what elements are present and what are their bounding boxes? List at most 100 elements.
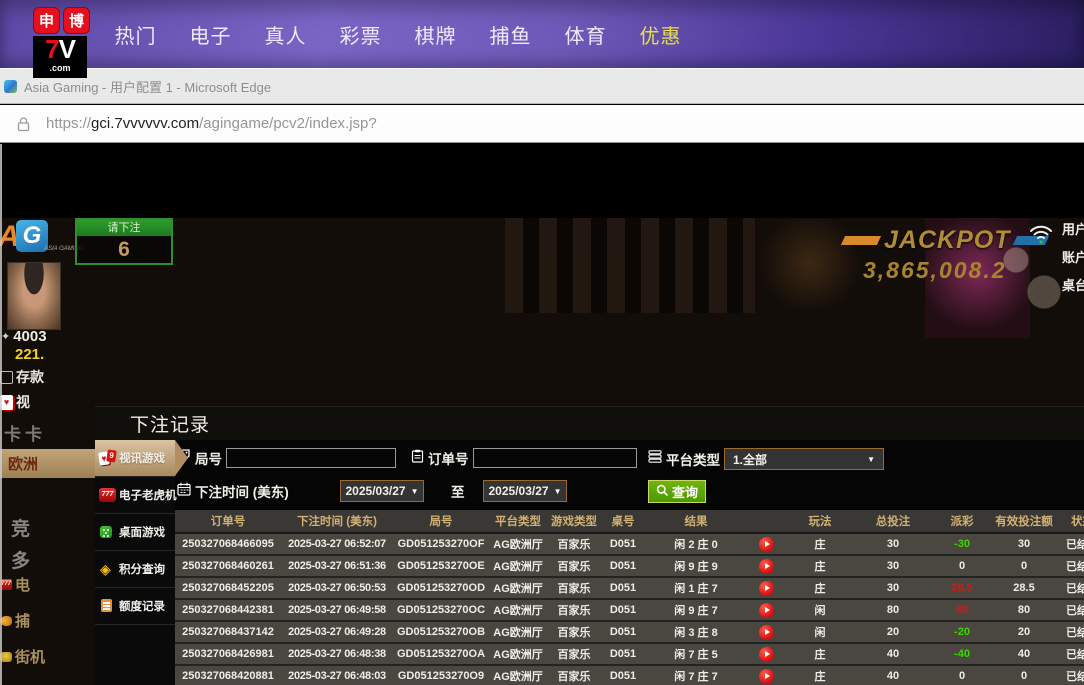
jackpot-value: 3,865,008.2 (863, 257, 1047, 284)
cell-result: 闲 9 庄 7 (645, 599, 747, 621)
cell-time: 2025-03-27 06:48:38 (281, 643, 393, 665)
logo-badge-right: 博 (63, 7, 90, 34)
search-button[interactable]: 查询 (648, 480, 706, 503)
cell-status: 已结算 (1055, 577, 1084, 599)
star-icon: ✦ (1, 330, 10, 343)
table-row: 250327068437142 2025-03-27 06:49:28 GD05… (175, 621, 1084, 643)
replay-play-icon[interactable] (759, 625, 774, 640)
url-field[interactable]: https://gci.7vvvvvv.com/agingame/pcv2/in… (46, 115, 377, 132)
cell-valid: 28.5 (993, 577, 1055, 599)
sidebar-item[interactable]: 电子老虎机 (95, 477, 175, 514)
cell-order: 250327068426981 (175, 643, 281, 665)
cell-bet: 30 (855, 555, 931, 577)
cell-platform: AG欧洲厅 (489, 621, 547, 643)
cell-round: GD051253270OD (393, 577, 489, 599)
cell-status: 已结算 (1055, 643, 1084, 665)
cell-time: 2025-03-27 06:51:36 (281, 555, 393, 577)
order-label: 订单号 (428, 448, 469, 468)
balance-value: ✦4003 (1, 328, 47, 345)
cell-payout: 0 (931, 665, 993, 685)
cell-round: GD051253270OB (393, 621, 489, 643)
replay-play-icon[interactable] (759, 647, 774, 662)
date-to-select[interactable]: 2025/03/27▼ (483, 480, 567, 502)
lobby-kaka-label: 卡卡 (4, 420, 46, 445)
menu-table[interactable]: 桌台 (1062, 275, 1084, 294)
edge-window-icon (4, 80, 17, 93)
nav-item[interactable]: 体育 (548, 20, 623, 49)
cell-bet: 30 (855, 533, 931, 555)
avatar (7, 262, 61, 330)
address-bar[interactable]: https://gci.7vvvvvv.com/agingame/pcv2/in… (0, 105, 1084, 143)
cell-game: 百家乐 (547, 533, 601, 555)
cell-payout: -20 (931, 621, 993, 643)
nav-item[interactable]: 优惠 (623, 20, 698, 49)
cell-order: 250327068466095 (175, 533, 281, 555)
col-table: 桌号 (601, 510, 645, 533)
screen: 申 博 7V .com 热门电子真人彩票棋牌捕鱼体育优惠 Asia Gaming… (0, 0, 1084, 685)
cell-result: 闲 7 庄 7 (645, 665, 747, 685)
sidebar-item[interactable]: 视讯游戏 (95, 440, 175, 477)
site-navbar: 申 博 7V .com 热门电子真人彩票棋牌捕鱼体育优惠 (0, 0, 1084, 68)
jackpot-bar-orange (841, 236, 881, 245)
cell-valid: 0 (993, 665, 1055, 685)
sidebar-item[interactable]: 额度记录 (95, 588, 175, 625)
sidebar-item[interactable]: 桌面游戏 (95, 514, 175, 551)
cell-result: 闲 2 庄 0 (645, 533, 747, 555)
round-input[interactable] (226, 448, 396, 468)
nav-item[interactable]: 棋牌 (398, 20, 473, 49)
sidebar-item-label: 视讯游戏 (119, 450, 165, 466)
cell-payout: -30 (931, 533, 993, 555)
cell-valid: 30 (993, 533, 1055, 555)
cell-table: D051 (601, 577, 645, 599)
cell-game: 百家乐 (547, 555, 601, 577)
nav-items: 热门电子真人彩票棋牌捕鱼体育优惠 (98, 0, 698, 68)
chevron-down-icon: ▼ (554, 487, 562, 496)
countdown-number: 6 (77, 236, 171, 263)
replay-play-icon[interactable] (759, 669, 774, 684)
site-logo[interactable]: 申 博 7V .com (33, 7, 90, 78)
cell-result: 闲 9 庄 9 (645, 555, 747, 577)
cell-bet: 30 (855, 577, 931, 599)
slot-machines-blur (505, 218, 755, 313)
platform-select[interactable]: 1.全部 ▼ (724, 448, 884, 470)
cell-platform: AG欧洲厅 (489, 533, 547, 555)
menu-account[interactable]: 账户 (1062, 247, 1084, 266)
cell-order: 250327068452205 (175, 577, 281, 599)
replay-play-icon[interactable] (759, 581, 774, 596)
cell-method: 庄 (785, 577, 855, 599)
replay-play-icon[interactable] (759, 603, 774, 618)
order-input[interactable] (473, 448, 637, 468)
sidebar-item-label: 电子老虎机 (119, 487, 177, 503)
nav-item[interactable]: 彩票 (323, 20, 398, 49)
lobby-arcade-item[interactable]: 街机 (0, 646, 45, 667)
date-from-select[interactable]: 2025/03/27▼ (340, 480, 424, 502)
menu-user[interactable]: 用户 (1062, 219, 1084, 238)
cell-valid: 80 (993, 599, 1055, 621)
deposit-button[interactable]: 存款 (0, 367, 44, 387)
nav-item[interactable]: 热门 (98, 20, 173, 49)
cell-status: 已结算 (1055, 533, 1084, 555)
nav-item[interactable]: 捕鱼 (473, 20, 548, 49)
replay-play-icon[interactable] (759, 537, 774, 552)
lobby-fishing-item[interactable]: 捕 (0, 610, 30, 631)
col-round: 局号 (393, 510, 489, 533)
lock-icon[interactable] (17, 116, 30, 132)
cell-order: 250327068437142 (175, 621, 281, 643)
cell-table: D051 (601, 665, 645, 685)
calendar-icon (177, 482, 191, 501)
cell-valid: 0 (993, 555, 1055, 577)
sidebar-item[interactable]: 积分查询 (95, 551, 175, 588)
nav-item[interactable]: 真人 (248, 20, 323, 49)
table-header-row: 订单号 下注时间 (美东) 局号 平台类型 游戏类型 桌号 结果 玩法 总投注 (175, 510, 1084, 533)
cell-time: 2025-03-27 06:49:28 (281, 621, 393, 643)
cell-platform: AG欧洲厅 (489, 599, 547, 621)
cell-status: 已结算 (1055, 555, 1084, 577)
nav-item[interactable]: 电子 (173, 20, 248, 49)
col-game: 游戏类型 (547, 510, 601, 533)
lobby-video-item[interactable]: ♥视 (0, 392, 30, 412)
lobby-hall-item[interactable]: 欧洲 (0, 449, 95, 478)
cell-method: 庄 (785, 533, 855, 555)
lobby-slots-item[interactable]: 777电 (0, 574, 30, 595)
replay-play-icon[interactable] (759, 559, 774, 574)
table-row: 250327068426981 2025-03-27 06:48:38 GD05… (175, 643, 1084, 665)
